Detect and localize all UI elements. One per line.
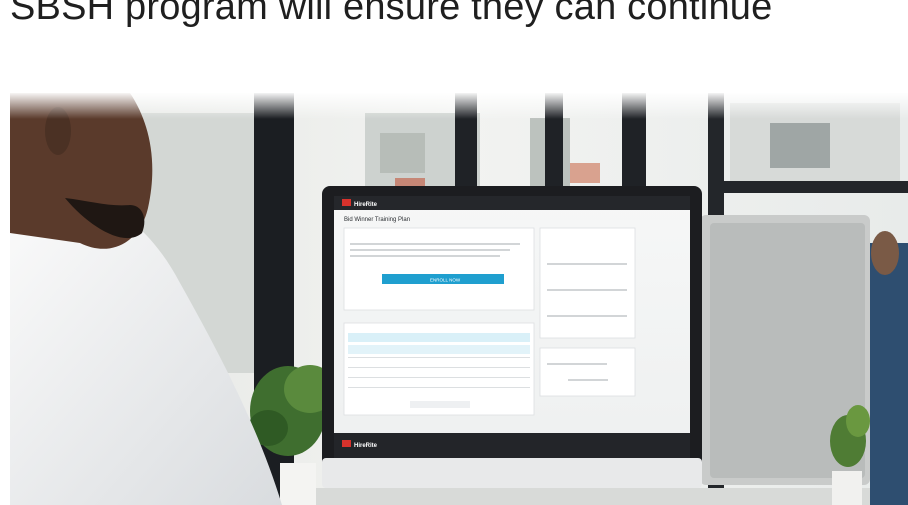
headline-text: SBSH program will ensure they can contin… xyxy=(10,0,773,28)
screen-brand-top: HireRite xyxy=(354,202,378,208)
screen-brand-bottom: HireRite xyxy=(354,443,378,449)
photo-scene: HireRite HireRite Bid Winner Training Pl… xyxy=(10,93,908,505)
screen-primary-button: ENROLL NOW xyxy=(430,278,461,283)
office-monitor-photo: HireRite HireRite Bid Winner Training Pl… xyxy=(10,93,908,505)
screen-page-title: Bid Winner Training Plan xyxy=(344,217,410,223)
monitor: HireRite HireRite Bid Winner Training Pl… xyxy=(322,186,702,488)
